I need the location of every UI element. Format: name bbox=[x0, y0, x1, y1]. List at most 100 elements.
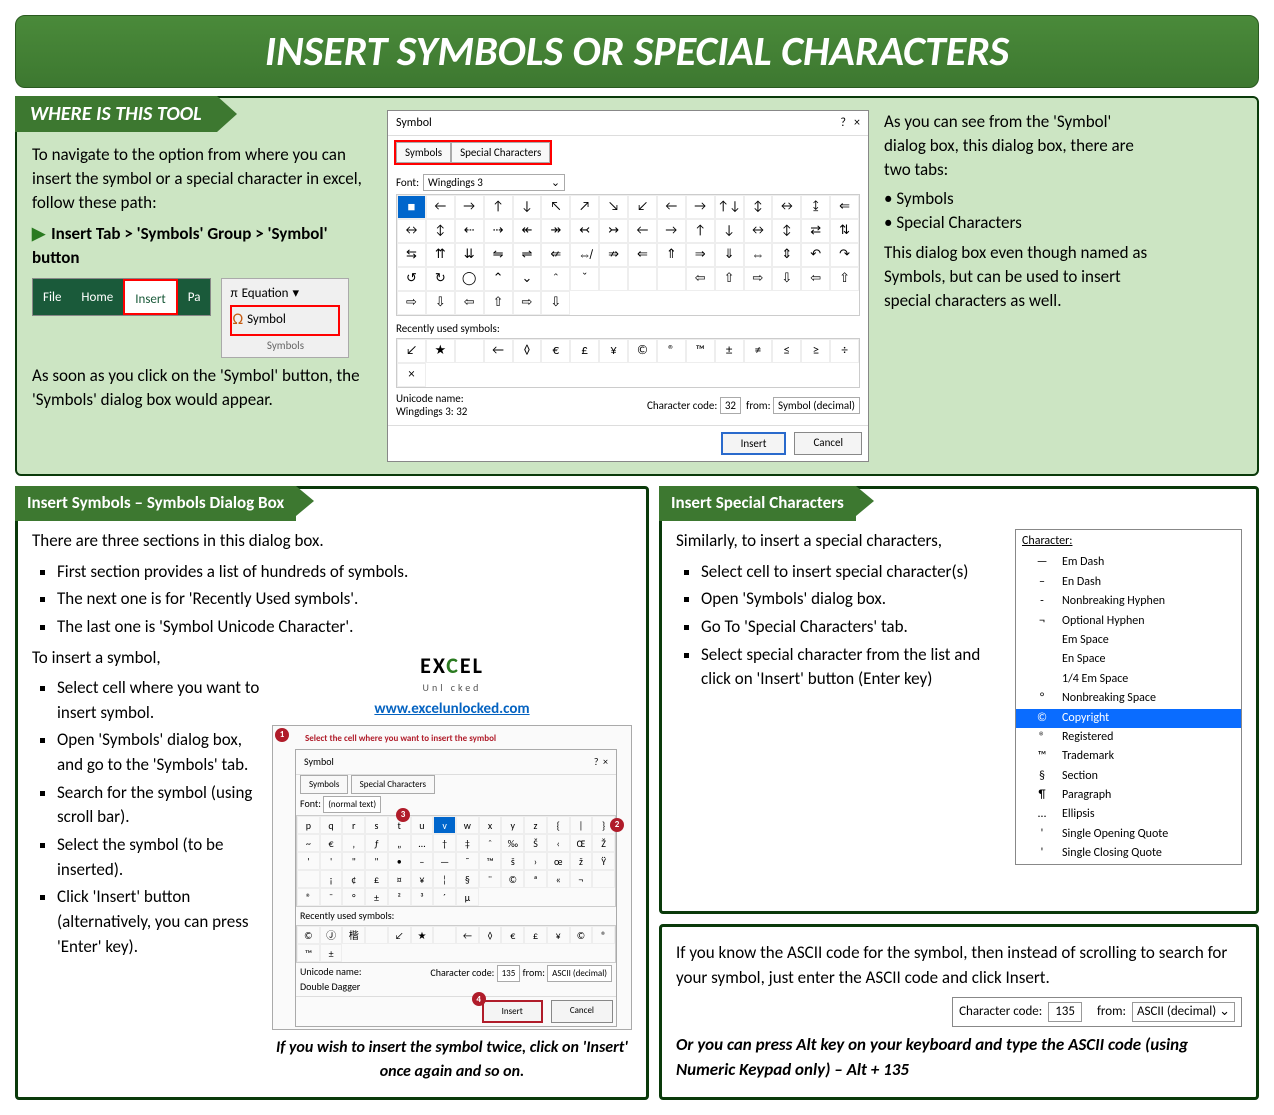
mini-from-dropdown[interactable]: ASCII (decimal) bbox=[547, 965, 612, 982]
charcode-example-input[interactable]: 135 bbox=[1048, 1002, 1082, 1023]
symbol-cell[interactable]: Ž bbox=[592, 834, 615, 852]
symbol-cell[interactable]: ® bbox=[297, 888, 320, 906]
symbol-cell[interactable]: Ÿ bbox=[592, 852, 615, 870]
symbol-cell[interactable]: ↢ bbox=[570, 219, 599, 243]
recent-symbol-cell[interactable]: ÷ bbox=[830, 339, 859, 363]
symbol-cell[interactable] bbox=[297, 870, 320, 888]
symbol-cell[interactable]: ~ bbox=[297, 834, 320, 852]
recent-symbol-cell[interactable]: ® bbox=[657, 339, 686, 363]
symbol-cell[interactable]: q bbox=[320, 816, 343, 834]
recent-symbol-cell[interactable]: ≥ bbox=[801, 339, 830, 363]
symbol-cell[interactable]: ⇊ bbox=[455, 243, 484, 267]
symbol-cell[interactable]: " bbox=[365, 852, 388, 870]
symbol-cell[interactable]: ↕ bbox=[426, 219, 455, 243]
symbol-cell[interactable]: ↓ bbox=[513, 195, 542, 219]
symbol-cell[interactable]: Œ bbox=[570, 834, 593, 852]
symbol-cell[interactable]: ⇦ bbox=[686, 267, 715, 291]
symbol-cell[interactable]: ⇦ bbox=[455, 291, 484, 315]
symbol-cell[interactable]: ↕ bbox=[772, 219, 801, 243]
recent-symbol-cell[interactable]: 楷 bbox=[342, 926, 365, 944]
recent-symbol-cell[interactable]: ≤ bbox=[772, 339, 801, 363]
symbol-cell[interactable]: u bbox=[411, 816, 434, 834]
symbol-grid[interactable]: ■←→↑↓↖↗↘↙←→↑↓↕↔↨⇐↔↕⇠⇢↞↠↢↣←→↑↓↔↕⇄⇅⇆⇈⇊⇋⇌⇍⇎… bbox=[396, 194, 860, 316]
symbol-cell[interactable]: … bbox=[411, 834, 434, 852]
symbol-cell[interactable]: ⇠ bbox=[455, 219, 484, 243]
symbol-cell[interactable]: ‚ bbox=[342, 834, 365, 852]
symbol-cell[interactable]: ⇐ bbox=[628, 243, 657, 267]
symbol-cell[interactable]: ↷ bbox=[830, 243, 859, 267]
char-list-row[interactable]: ©Copyright bbox=[1016, 709, 1241, 728]
font-dropdown[interactable]: Wingdings 3 ⌄ bbox=[423, 174, 565, 191]
close-icon[interactable]: × bbox=[854, 116, 860, 130]
recent-symbol-cell[interactable]: © bbox=[297, 926, 320, 944]
symbol-cell[interactable]: ¬ bbox=[570, 870, 593, 888]
symbol-cell[interactable]: ˆ bbox=[479, 834, 502, 852]
symbol-cell[interactable]: ' bbox=[297, 852, 320, 870]
mini-tab-special[interactable]: Special Characters bbox=[351, 775, 435, 794]
symbol-cell[interactable]: → bbox=[657, 219, 686, 243]
symbol-cell[interactable]: ↨ bbox=[801, 195, 830, 219]
recent-symbol-cell[interactable]: Ⓙ bbox=[320, 926, 343, 944]
symbol-cell[interactable]: ↔ bbox=[744, 219, 773, 243]
symbol-cell[interactable]: ¢ bbox=[342, 870, 365, 888]
symbol-cell[interactable]: Š bbox=[524, 834, 547, 852]
recent-symbol-cell[interactable]: ± bbox=[320, 944, 343, 962]
char-list-row[interactable]: ®Registered bbox=[1016, 728, 1241, 747]
help-icon[interactable]: ? bbox=[840, 116, 846, 130]
symbol-cell[interactable]: → bbox=[686, 195, 715, 219]
website-link[interactable]: www.excelunlocked.com bbox=[374, 700, 529, 718]
symbol-cell[interactable]: § bbox=[456, 870, 479, 888]
symbol-cell[interactable]: ⇈ bbox=[426, 243, 455, 267]
symbol-cell[interactable]: ↻ bbox=[426, 267, 455, 291]
symbol-cell[interactable]: ⇆ bbox=[397, 243, 426, 267]
mini-tab-symbols[interactable]: Symbols bbox=[300, 775, 348, 794]
recent-symbol-cell[interactable] bbox=[365, 926, 388, 944]
symbol-cell[interactable]: w bbox=[456, 816, 479, 834]
symbol-cell[interactable]: ⇄ bbox=[801, 219, 830, 243]
symbol-cell[interactable]: ª bbox=[524, 870, 547, 888]
symbol-cell[interactable]: ↗ bbox=[570, 195, 599, 219]
symbol-cell[interactable]: ¨ bbox=[479, 870, 502, 888]
char-list-row[interactable]: ™Trademark bbox=[1016, 747, 1241, 766]
symbol-cell[interactable]: ² bbox=[388, 888, 411, 906]
symbol-cell[interactable]: „ bbox=[388, 834, 411, 852]
special-char-list[interactable]: Character: —Em Dash–En Dash-Nonbreaking … bbox=[1015, 529, 1242, 865]
symbol-cell[interactable]: ↕ bbox=[744, 195, 773, 219]
recent-symbol-cell[interactable]: © bbox=[570, 926, 593, 944]
symbol-cell[interactable]: ⇢ bbox=[484, 219, 513, 243]
symbol-cell[interactable]: € bbox=[320, 834, 343, 852]
mini-cancel-button[interactable]: Cancel bbox=[551, 1000, 613, 1023]
symbol-cell[interactable]: † bbox=[433, 834, 456, 852]
symbol-cell[interactable]: ↞ bbox=[513, 219, 542, 243]
recent-symbol-cell[interactable] bbox=[433, 926, 456, 944]
symbol-cell[interactable]: ← bbox=[628, 219, 657, 243]
symbol-cell[interactable]: ⌄ bbox=[513, 267, 542, 291]
recent-symbol-cell[interactable]: £ bbox=[524, 926, 547, 944]
symbol-cell[interactable]: š bbox=[501, 852, 524, 870]
symbol-cell[interactable]: ´ bbox=[433, 888, 456, 906]
symbol-cell[interactable]: ⇎ bbox=[570, 243, 599, 267]
char-list-row[interactable]: §Section bbox=[1016, 767, 1241, 786]
symbol-cell[interactable]: ⇔ bbox=[744, 243, 773, 267]
char-list-row[interactable]: …Ellipsis bbox=[1016, 805, 1241, 824]
symbol-cell[interactable]: r bbox=[342, 816, 365, 834]
recent-symbol-cell[interactable]: © bbox=[628, 339, 657, 363]
symbol-cell[interactable]: ⇍ bbox=[541, 243, 570, 267]
symbol-cell[interactable] bbox=[657, 267, 686, 291]
symbol-cell[interactable]: ⇏ bbox=[599, 243, 628, 267]
symbol-cell[interactable]: ‹ bbox=[547, 834, 570, 852]
recent-symbol-cell[interactable]: ◊ bbox=[513, 339, 542, 363]
char-list-row[interactable]: ¶Paragraph bbox=[1016, 786, 1241, 805]
symbol-cell[interactable]: → bbox=[455, 195, 484, 219]
symbol-cell[interactable]: ↘ bbox=[599, 195, 628, 219]
recent-symbol-cell[interactable] bbox=[455, 339, 484, 363]
symbol-cell[interactable]: | bbox=[570, 816, 593, 834]
symbol-cell[interactable]: ⇧ bbox=[484, 291, 513, 315]
recent-symbol-cell[interactable]: ™ bbox=[686, 339, 715, 363]
symbol-cell[interactable]: ' bbox=[320, 852, 343, 870]
char-list-row[interactable]: 'Single Closing Quote bbox=[1016, 844, 1241, 863]
symbol-cell[interactable]: ƒ bbox=[365, 834, 388, 852]
symbol-cell[interactable]: ¦ bbox=[433, 870, 456, 888]
recent-symbol-cell[interactable]: ™ bbox=[297, 944, 320, 962]
symbol-cell[interactable]: ⇕ bbox=[772, 243, 801, 267]
